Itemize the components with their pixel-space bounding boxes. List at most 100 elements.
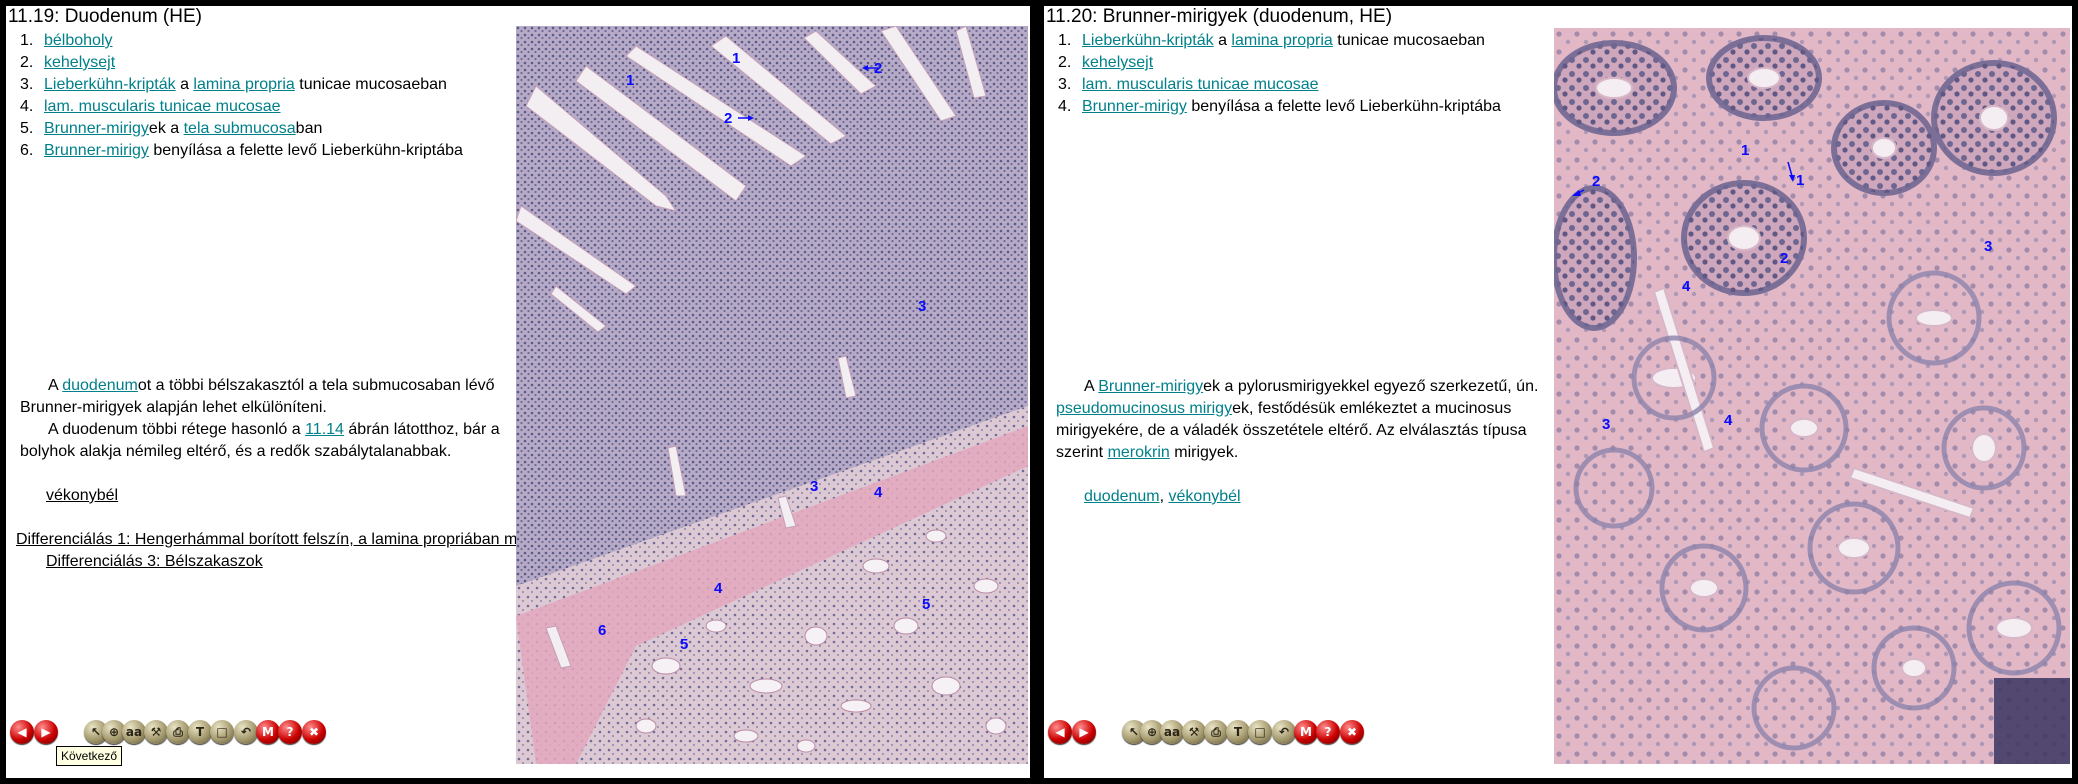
hammer-icon: ⚒ — [150, 725, 162, 739]
exit-icon: ✖ — [308, 725, 320, 739]
print-button[interactable]: ⎙ — [1204, 720, 1228, 744]
text-size-button[interactable]: aa — [122, 720, 146, 744]
legend-link[interactable]: lamina propria — [193, 76, 294, 93]
text: ek, festődésük emlékeztet a mucinosus — [1232, 400, 1512, 417]
text: ot a többi bélszakasztól a tela submucos… — [137, 377, 495, 394]
pointer-icon: ↖ — [90, 725, 102, 739]
figure-title: 11.20: Brunner-mirigyek (duodenum, HE) — [1046, 6, 1393, 27]
legend-number: 6. — [20, 142, 34, 159]
prev-icon: ◀ — [1055, 725, 1065, 739]
help-button[interactable]: ? — [1316, 720, 1340, 744]
legend-link[interactable]: tela submucosa — [184, 120, 296, 137]
legend-link[interactable]: Brunner-mirigy — [44, 142, 149, 159]
description: A duodenumot a többi bélszakasztól a tel… — [20, 375, 520, 463]
exit-button[interactable]: ✖ — [1340, 720, 1364, 744]
help-icon: ? — [286, 725, 294, 739]
exit-button[interactable]: ✖ — [302, 720, 326, 744]
separator: , — [1159, 488, 1169, 505]
link-brunner-mirigy[interactable]: Brunner-mirigy — [1098, 378, 1203, 395]
link-differentiation-1[interactable]: Differenciálás 1: Hengerhámmal borított … — [16, 529, 517, 551]
hammer-icon: ⚒ — [1188, 725, 1200, 739]
text-icon: T — [195, 725, 205, 739]
link-vekonybel[interactable]: vékonybél — [46, 485, 118, 507]
next-button[interactable]: ▶ — [1072, 720, 1096, 744]
legend-text: benyílása a felette levő Lieberkühn-krip… — [1186, 98, 1501, 115]
legend-item: 4. lam. muscularis tunicae mucosae — [20, 96, 463, 118]
legend-item: 4. Brunner-mirigy benyílása a felette lev… — [1058, 96, 1501, 118]
page-icon: □ — [216, 725, 228, 739]
help-icon: ? — [1324, 725, 1332, 739]
menu-icon: M — [1300, 725, 1312, 739]
legend-text: a — [175, 76, 194, 93]
right-panel: 11.20: Brunner-mirigyek (duodenum, HE) 1… — [1044, 6, 2072, 778]
legend-link[interactable]: lamina propria — [1231, 32, 1332, 49]
legend-number: 5. — [20, 120, 34, 137]
navigation-toolbar: ◀ ▶ ↖ ⊕ aa ⚒ ⎙ T □ ↶ M? ✖ — [6, 718, 446, 748]
legend-link[interactable]: bélboholy — [44, 32, 113, 49]
prev-button[interactable]: ◀ — [10, 720, 34, 744]
link-duodenum[interactable]: duodenum — [1084, 488, 1160, 505]
page-button[interactable]: □ — [210, 720, 234, 744]
prev-button[interactable]: ◀ — [1048, 720, 1072, 744]
hammer-button[interactable]: ⚒ — [144, 720, 168, 744]
legend-item: 5. Brunner-mirigyek a tela submucosaban — [20, 118, 463, 140]
legend-list: 1. bélboholy 2. kehelysejt 3. Lieberkühn-krip… — [20, 30, 463, 162]
legend-link[interactable]: Lieberkühn-kripták — [44, 76, 176, 93]
print-button[interactable]: ⎙ — [166, 720, 190, 744]
legend-item: 2. kehelysejt — [20, 52, 463, 74]
link-pseudomucinosus[interactable]: pseudomucinosus mirigy — [1056, 400, 1232, 417]
next-icon: ▶ — [41, 725, 51, 739]
legend-link[interactable]: kehelysejt — [44, 54, 115, 71]
page-icon: □ — [1254, 725, 1266, 739]
legend-text: tunicae mucosaeban — [1332, 32, 1485, 49]
micrograph-brunner-glands: 1 1 2 2 3 3 4 4 — [1554, 28, 2070, 764]
back-button[interactable]: ↶ — [1272, 720, 1296, 744]
print-icon: ⎙ — [1211, 725, 1221, 739]
help-button[interactable]: ? — [278, 720, 302, 744]
legend-number: 1. — [20, 32, 34, 49]
hammer-button[interactable]: ⚒ — [1182, 720, 1206, 744]
label-arrows — [1572, 161, 1795, 196]
back-button[interactable]: ↶ — [234, 720, 258, 744]
menu-button[interactable]: M — [256, 720, 280, 744]
link-figure-11-14[interactable]: 11.14 — [305, 421, 344, 438]
legend-link[interactable]: lam. muscularis tunicae mucosae — [1082, 76, 1319, 93]
legend-link[interactable]: Brunner-mirigy — [1082, 98, 1187, 115]
legend-number: 1. — [1058, 32, 1072, 49]
legend-text: benyílása a felette levő Lieberkühn-krip… — [148, 142, 463, 159]
link-vekonybel[interactable]: vékonybél — [1169, 488, 1241, 505]
legend-number: 2. — [20, 54, 34, 71]
legend-link[interactable]: kehelysejt — [1082, 54, 1153, 71]
next-button[interactable]: ▶ — [34, 720, 58, 744]
text-size-icon: aa — [125, 725, 143, 739]
link-merokrin[interactable]: merokrin — [1108, 444, 1170, 461]
zoom-icon: ⊕ — [1146, 725, 1158, 739]
legend-text: tunicae mucosaeban — [294, 76, 447, 93]
legend-item: 1. Lieberkühn-kripták a lamina propria tu… — [1058, 30, 1501, 52]
text-button[interactable]: T — [188, 720, 212, 744]
text-button[interactable]: T — [1226, 720, 1250, 744]
text: A — [1084, 378, 1099, 395]
figure-title: 11.19: Duodenum (HE) — [8, 6, 202, 27]
description: A Brunner-mirigyek a pylorusmirigyekkel … — [1056, 376, 1576, 464]
legend-text: ban — [295, 120, 323, 137]
legend-text: ek a — [148, 120, 184, 137]
back-icon: ↶ — [240, 725, 252, 739]
tooltip: Következő — [56, 746, 123, 766]
menu-button[interactable]: M — [1294, 720, 1318, 744]
legend-item: 2. kehelysejt — [1058, 52, 1501, 74]
page-button[interactable]: □ — [1248, 720, 1272, 744]
legend-text: a — [1213, 32, 1232, 49]
text: mirigyek. — [1169, 444, 1239, 461]
prev-icon: ◀ — [17, 725, 27, 739]
legend-link[interactable]: Lieberkühn-kripták — [1082, 32, 1214, 49]
text-size-button[interactable]: aa — [1160, 720, 1184, 744]
next-icon: ▶ — [1079, 725, 1089, 739]
pointer-icon: ↖ — [1128, 725, 1140, 739]
legend-link[interactable]: lam. muscularis tunicae mucosae — [44, 98, 281, 115]
text: A — [48, 377, 63, 394]
legend-link[interactable]: Brunner-mirigy — [44, 120, 149, 137]
menu-icon: M — [262, 725, 274, 739]
link-duodenum[interactable]: duodenum — [62, 377, 138, 394]
link-differentiation-3[interactable]: Differenciálás 3: Bélszakaszok — [46, 551, 263, 573]
